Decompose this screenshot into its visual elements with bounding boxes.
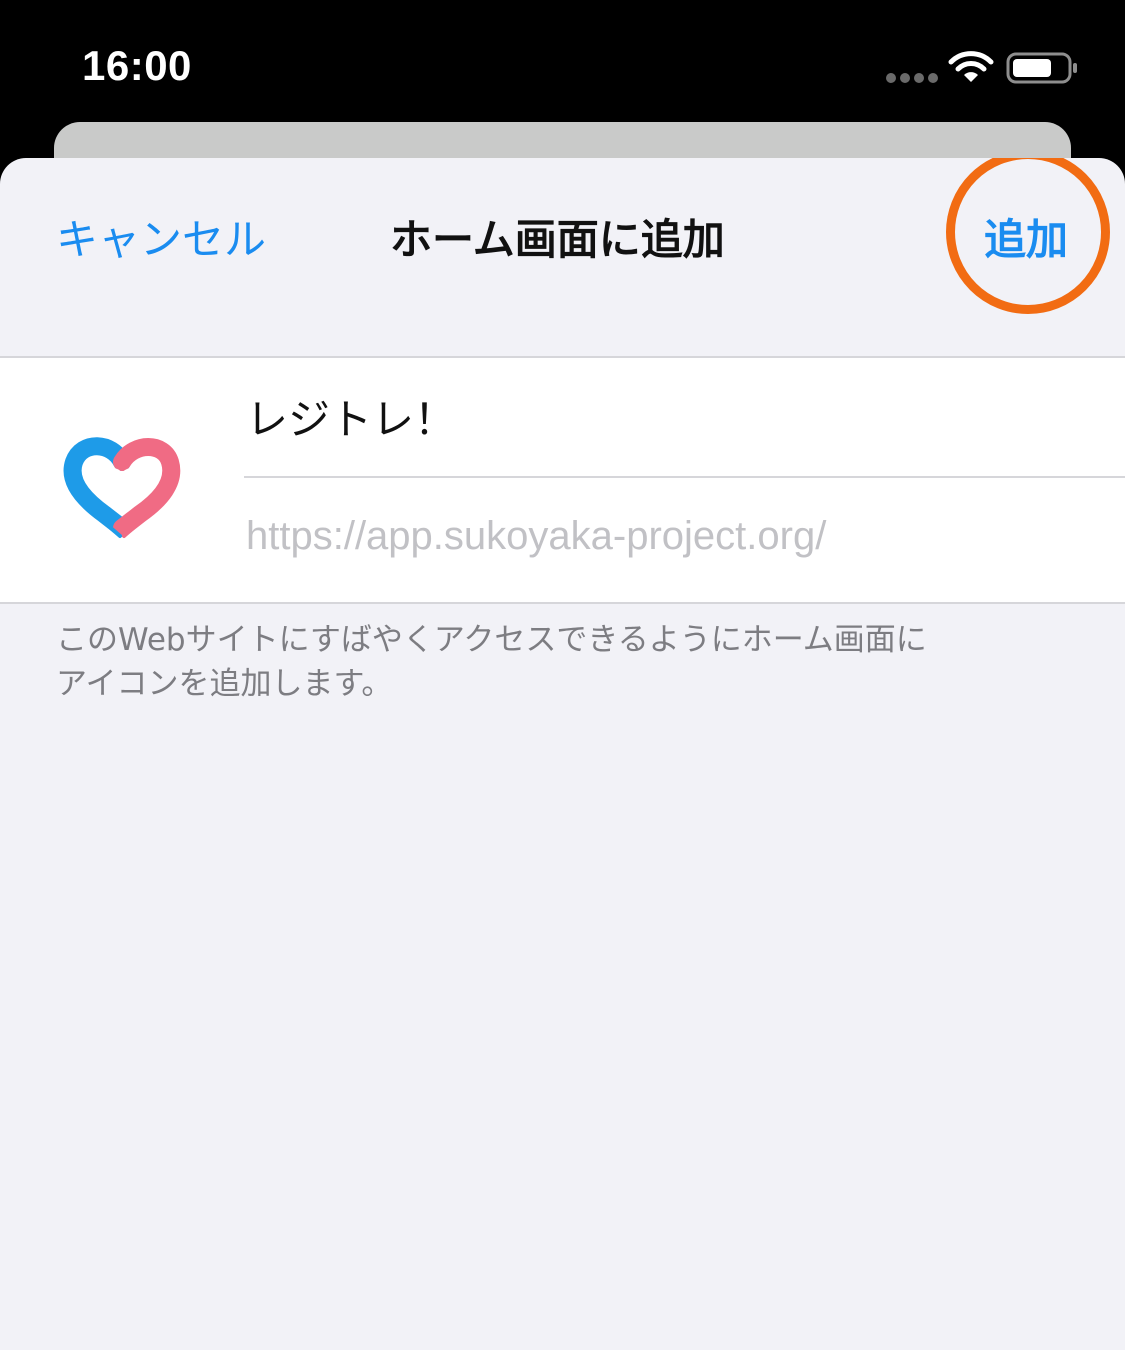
description-line-2: アイコンを追加します。 [56, 666, 393, 702]
form-group: https://app.sukoyaka-project.org/ [0, 356, 1125, 604]
app-name-input[interactable] [246, 392, 1066, 441]
field-divider [244, 476, 1125, 478]
wifi-icon [948, 51, 994, 82]
battery-icon [1006, 52, 1077, 84]
heart-logo-icon [63, 437, 181, 538]
url-label: https://app.sukoyaka-project.org/ [246, 514, 827, 558]
cancel-button[interactable]: キャンセル [56, 206, 266, 267]
sheet-title: ホーム画面に追加 [390, 215, 725, 264]
add-button[interactable]: 追加 [984, 206, 1068, 267]
add-to-home-screen-sheet: キャンセル ホーム画面に追加 追加 https://app.sukoyaka-p… [0, 158, 1125, 1350]
status-time: 16:00 [82, 42, 192, 89]
cellular-signal-icon [886, 73, 938, 83]
description-text: このWebサイトにすばやくアクセスできるようにホーム画面に アイコンを追加します… [56, 618, 1066, 706]
description-line-1: このWebサイトにすばやくアクセスできるようにホーム画面に [56, 622, 927, 658]
